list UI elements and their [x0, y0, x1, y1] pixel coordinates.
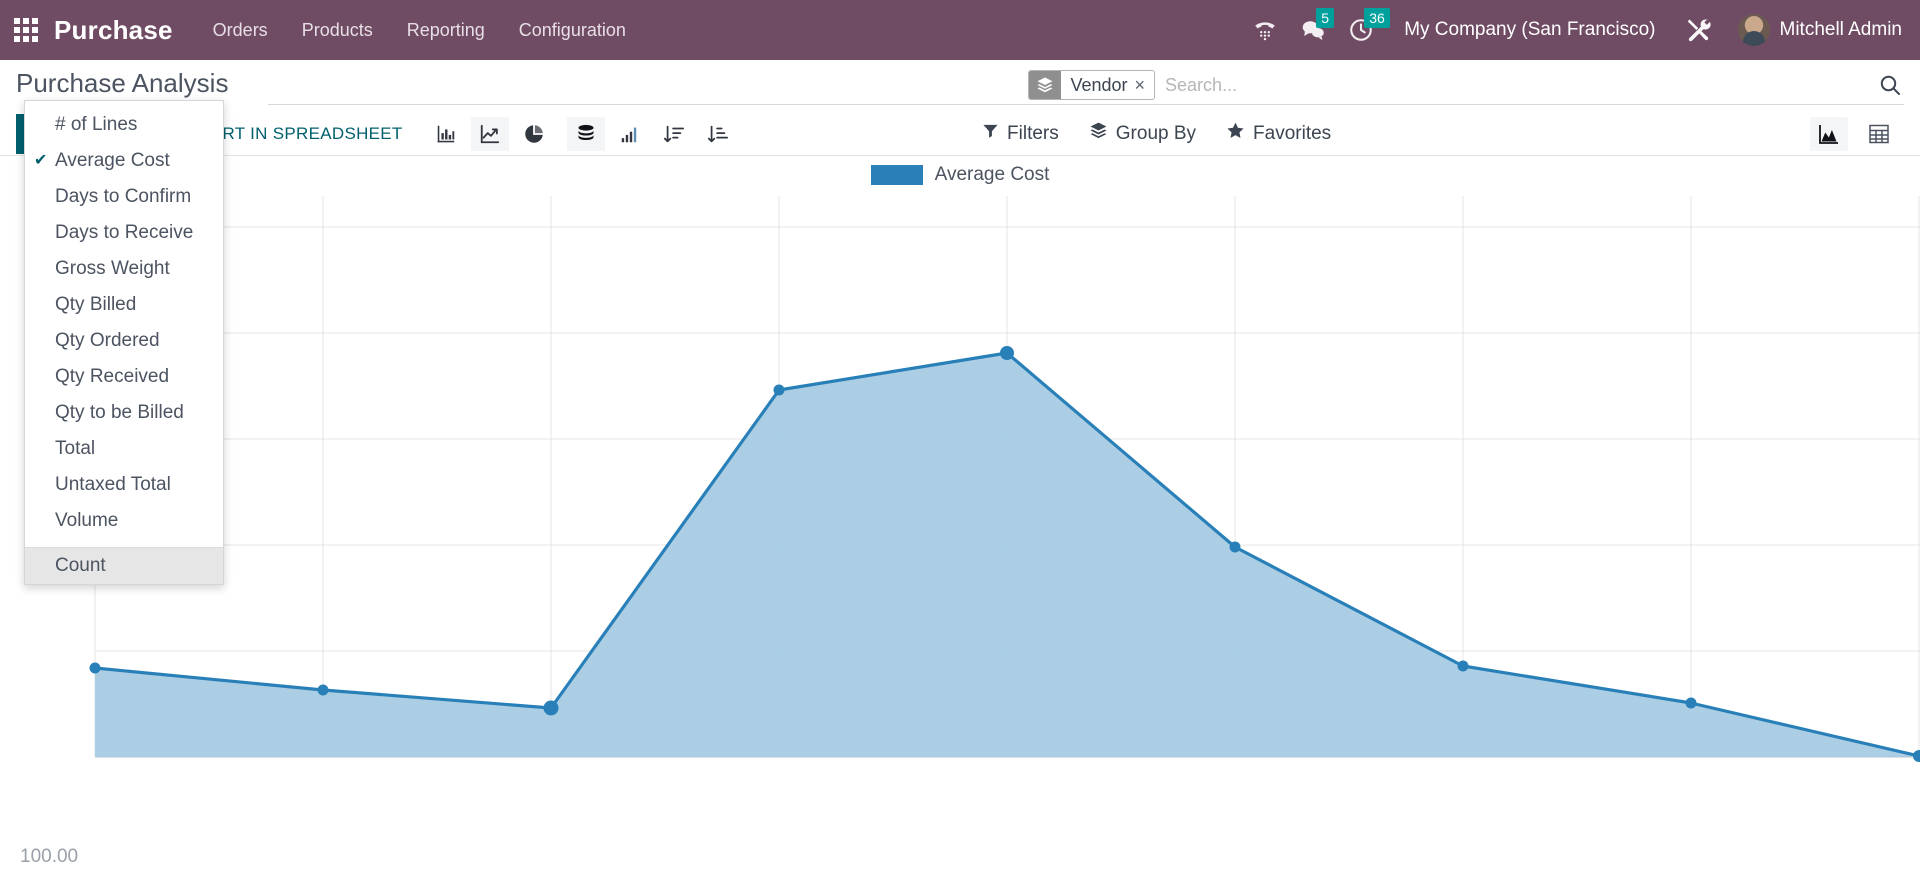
sort-descending-icon[interactable] [699, 117, 737, 151]
chart-legend: Average Cost [0, 164, 1920, 186]
messages-icon[interactable]: 5 [1300, 8, 1334, 43]
chart-type-toolbar [427, 116, 743, 151]
pivot-view-icon[interactable] [1860, 117, 1898, 151]
measure-item-7[interactable]: Qty Received [25, 359, 223, 395]
measure-item-4[interactable]: Gross Weight [25, 251, 223, 287]
filters-button[interactable]: Filters [982, 122, 1059, 145]
measure-label: Qty Billed [55, 294, 137, 315]
filters-label: Filters [1007, 122, 1059, 144]
measure-label: Average Cost [55, 150, 170, 171]
page-title: Purchase Analysis [16, 68, 229, 98]
measure-item-count[interactable]: Count [25, 548, 223, 584]
measure-label: # of Lines [55, 114, 138, 135]
measure-label: Qty Received [55, 366, 170, 387]
favorites-button[interactable]: Favorites [1226, 121, 1331, 146]
control-panel-bottom: MEASURES INSERT IN SPREADSHEET [0, 112, 1920, 156]
wrench-screwdriver-icon[interactable] [1684, 16, 1712, 44]
measure-item-8[interactable]: Qty to be Billed [25, 395, 223, 431]
user-name: Mitchell Admin [1779, 19, 1903, 40]
group-by-label: Group By [1115, 122, 1197, 144]
app-brand[interactable]: Purchase [54, 15, 173, 46]
activities-icon[interactable]: 36 [1348, 8, 1390, 43]
search-icon[interactable] [1868, 73, 1904, 97]
measure-label: Untaxed Total [55, 474, 171, 495]
nav-item-products[interactable]: Products [302, 20, 373, 41]
measure-item-10[interactable]: Untaxed Total [25, 467, 223, 503]
measure-label: Days to Receive [55, 222, 194, 243]
nav-item-orders[interactable]: Orders [213, 20, 268, 41]
measure-item-9[interactable]: Total [25, 431, 223, 467]
search-view: Vendor × [268, 70, 1904, 105]
graph-view-icon[interactable] [1809, 116, 1848, 151]
close-icon[interactable]: × [1134, 75, 1155, 96]
y-tick-label-100: 100.00 [20, 846, 79, 867]
measure-label: Qty to be Billed [55, 402, 184, 423]
control-panel-top: Purchase Analysis Vendor × [0, 60, 1920, 112]
database-stacked-icon[interactable] [566, 116, 605, 151]
favorites-label: Favorites [1253, 122, 1332, 144]
measure-item-1[interactable]: Average Cost [25, 143, 223, 179]
measure-label: Qty Ordered [55, 330, 160, 351]
control-panel: Purchase Analysis Vendor × Search... INS… [0, 60, 1920, 585]
funnel-icon [982, 122, 999, 145]
search-input[interactable] [1155, 74, 1868, 96]
search-facet-vendor[interactable]: Vendor × [1028, 70, 1156, 100]
star-icon [1226, 121, 1245, 146]
view-switcher [1809, 116, 1904, 151]
pie-chart-icon[interactable] [515, 117, 553, 151]
legend-label: Average Cost [934, 164, 1050, 185]
layers-icon [1029, 71, 1062, 99]
sort-ascending-icon[interactable] [655, 117, 693, 151]
measure-item-3[interactable]: Days to Receive [25, 215, 223, 251]
measure-label: Days to Confirm [55, 186, 192, 207]
bar-chart-icon[interactable] [427, 117, 465, 151]
measure-item-0[interactable]: # of Lines [25, 107, 223, 143]
activities-badge: 36 [1364, 8, 1390, 28]
measure-label: Volume [55, 510, 119, 531]
company-selector[interactable]: My Company (San Francisco) [1404, 19, 1655, 41]
measure-item-11[interactable]: Volume [25, 503, 223, 539]
group-by-button[interactable]: Group By [1089, 121, 1196, 146]
top-navbar: Purchase Orders Products Reporting Confi… [0, 0, 1920, 60]
nav-item-configuration[interactable]: Configuration [519, 20, 626, 41]
ascending-bars-icon[interactable] [611, 117, 649, 151]
search-facet-label: Vendor [1070, 74, 1128, 95]
avatar [1737, 14, 1770, 46]
measure-item-5[interactable]: Qty Billed [25, 287, 223, 323]
phone-dialpad-icon[interactable] [1252, 17, 1278, 43]
chart-canvas [89, 196, 1920, 762]
measure-label: Total [55, 438, 96, 459]
line-chart-icon[interactable] [470, 116, 509, 151]
search-options: Filters Group By Favorites [982, 121, 1331, 146]
measure-label: Gross Weight [55, 258, 170, 279]
measure-label: Count [55, 555, 106, 576]
messages-badge: 5 [1316, 8, 1334, 28]
measure-item-2[interactable]: Days to Confirm [25, 179, 223, 215]
legend-swatch[interactable] [870, 165, 923, 185]
nav-item-reporting[interactable]: Reporting [407, 20, 485, 41]
measure-item-6[interactable]: Qty Ordered [25, 323, 223, 359]
measures-dropdown-menu: # of Lines Average Cost Days to Confirm … [24, 100, 224, 585]
user-menu[interactable]: Mitchell Admin [1737, 14, 1903, 46]
layers-icon [1089, 121, 1108, 146]
apps-grid-icon[interactable] [14, 18, 38, 42]
graph-view: Average Cost 100.00 [0, 156, 1920, 885]
